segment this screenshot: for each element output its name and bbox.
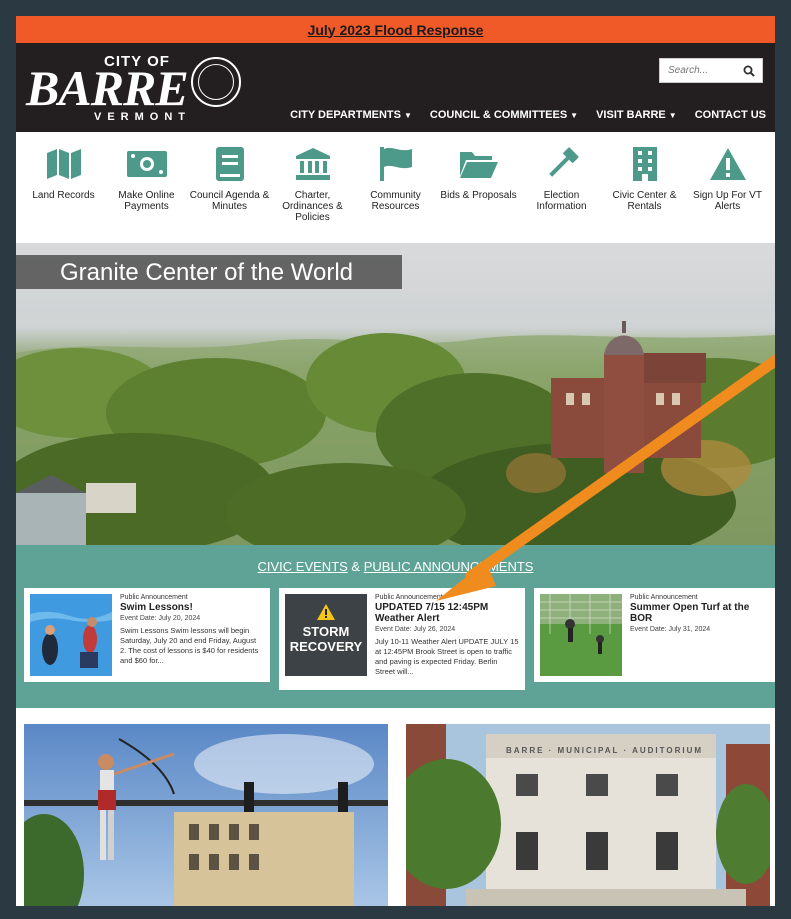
nav-city-departments[interactable]: CITY DEPARTMENTS ▼ [281, 109, 421, 121]
quick-link-community-resources[interactable]: Community Resources [354, 146, 437, 243]
gavel-icon [542, 146, 582, 182]
quick-link-label: Election Information [536, 190, 587, 212]
flag-icon [376, 146, 416, 182]
event-date: Event Date: July 26, 2024 [375, 626, 456, 633]
quick-link-label: Community Resources [370, 190, 421, 212]
quick-link-label: Sign Up For VT Alerts [693, 190, 762, 212]
main-nav: CITY DEPARTMENTS ▼ COUNCIL & COMMITTEES ▼ … [281, 109, 775, 121]
quick-link-land-records[interactable]: Land Records [22, 146, 105, 243]
event-category: Public Announcement [630, 594, 698, 601]
quick-link-label: Make Online Payments [118, 190, 175, 212]
quick-link-civic-center-rentals[interactable]: Civic Center & Rentals [603, 146, 686, 243]
event-date: Event Date: July 31, 2024 [630, 626, 711, 633]
logo-barre-text: BARRE [26, 60, 189, 116]
event-description: July 10-11 Weather Alert UPDATE JULY 15 … [375, 637, 519, 676]
event-description: Swim Lessons Swim lessons will begin Sat… [120, 626, 259, 665]
event-date: Event Date: July 20, 2024 [120, 615, 201, 622]
nav-contact-us[interactable]: CONTACT US [686, 109, 775, 121]
building-icon [625, 146, 665, 182]
event-thumbnail [540, 594, 622, 676]
hero-title: Granite Center of the World [16, 255, 402, 289]
chevron-down-icon: ▼ [570, 111, 579, 120]
city-of-barre-logo[interactable]: CITY OF BARRE VERMONT [26, 53, 246, 125]
quick-links: Land Records Make Online Payments Counci… [16, 132, 775, 243]
map-icon [44, 146, 84, 182]
civic-events-link[interactable]: CIVIC EVENTS [258, 559, 348, 574]
storm-recovery-text-line1: STORM [302, 624, 350, 639]
quick-link-label: Council Agenda & Minutes [189, 190, 270, 212]
city-seal-icon [191, 57, 241, 107]
search-input[interactable] [660, 65, 738, 76]
quick-link-label: Bids & Proposals [440, 190, 517, 201]
quick-link-vt-alerts[interactable]: Sign Up For VT Alerts [686, 146, 769, 243]
event-thumbnail [30, 594, 112, 676]
folder-icon [459, 146, 499, 182]
events-section: CIVIC EVENTS & PUBLIC ANNOUNCEMENTS Publ… [16, 545, 775, 708]
event-title[interactable]: Swim Lessons! [120, 602, 264, 613]
flood-response-alert-bar: July 2023 Flood Response [16, 16, 775, 43]
public-announcements-link[interactable]: PUBLIC ANNOUNCEMENTS [364, 559, 534, 574]
search-icon[interactable] [738, 65, 760, 77]
logo-vermont-text: VERMONT [94, 111, 191, 123]
government-building-icon [293, 146, 333, 182]
event-card-swim-lessons[interactable]: Public Announcement Swim Lessons! Event … [24, 588, 270, 682]
search-box [659, 58, 763, 83]
quick-link-bids-proposals[interactable]: Bids & Proposals [437, 146, 520, 243]
warning-icon [708, 146, 748, 182]
events-heading: CIVIC EVENTS & PUBLIC ANNOUNCEMENTS [16, 559, 775, 574]
chevron-down-icon: ▼ [403, 111, 412, 120]
event-title[interactable]: UPDATED 7/15 12:45PM Weather Alert [375, 602, 519, 624]
auditorium-sign-text: BARRE · MUNICIPAL · AUDITORIUM [506, 746, 704, 755]
municipal-auditorium-photo[interactable]: BARRE · MUNICIPAL · AUDITORIUM [406, 724, 770, 906]
event-card-summer-turf[interactable]: Public Announcement Summer Open Turf at … [534, 588, 775, 682]
event-thumbnail: STORM RECOVERY [285, 594, 367, 676]
event-category: Public Announcement [120, 594, 188, 601]
money-icon [126, 146, 167, 182]
event-card-weather-alert[interactable]: STORM RECOVERY Public Announcement UPDAT… [279, 588, 525, 690]
nav-council-committees[interactable]: COUNCIL & COMMITTEES ▼ [421, 109, 587, 121]
quick-link-charter-ordinances[interactable]: Charter, Ordinances & Policies [271, 146, 354, 243]
flood-response-link[interactable]: July 2023 Flood Response [308, 22, 484, 38]
book-icon [210, 146, 250, 182]
quick-link-election-information[interactable]: Election Information [520, 146, 603, 243]
chevron-down-icon: ▼ [668, 111, 677, 120]
quick-link-label: Charter, Ordinances & Policies [282, 190, 343, 223]
page-frame: July 2023 Flood Response CITY OF BARRE V… [16, 16, 775, 906]
events-heading-ampersand: & [347, 559, 364, 574]
quick-link-online-payments[interactable]: Make Online Payments [105, 146, 188, 243]
event-title[interactable]: Summer Open Turf at the BOR [630, 602, 774, 624]
event-category: Public Announcement [375, 594, 443, 601]
site-header: CITY OF BARRE VERMONT CITY DEPARTMENTS▼ … [16, 43, 775, 132]
quick-link-label: Land Records [32, 190, 95, 201]
photo-gallery: BARRE · MUNICIPAL · AUDITORIUM [16, 708, 775, 906]
nav-visit-barre[interactable]: VISIT BARRE ▼ [587, 109, 686, 121]
archer-sculpture-photo[interactable] [24, 724, 388, 906]
storm-recovery-text-line2: RECOVERY [289, 639, 363, 654]
quick-link-label: Civic Center & Rentals [612, 190, 677, 212]
quick-link-council-agenda[interactable]: Council Agenda & Minutes [188, 146, 271, 243]
hero-banner: Granite Center of the World [16, 243, 775, 545]
